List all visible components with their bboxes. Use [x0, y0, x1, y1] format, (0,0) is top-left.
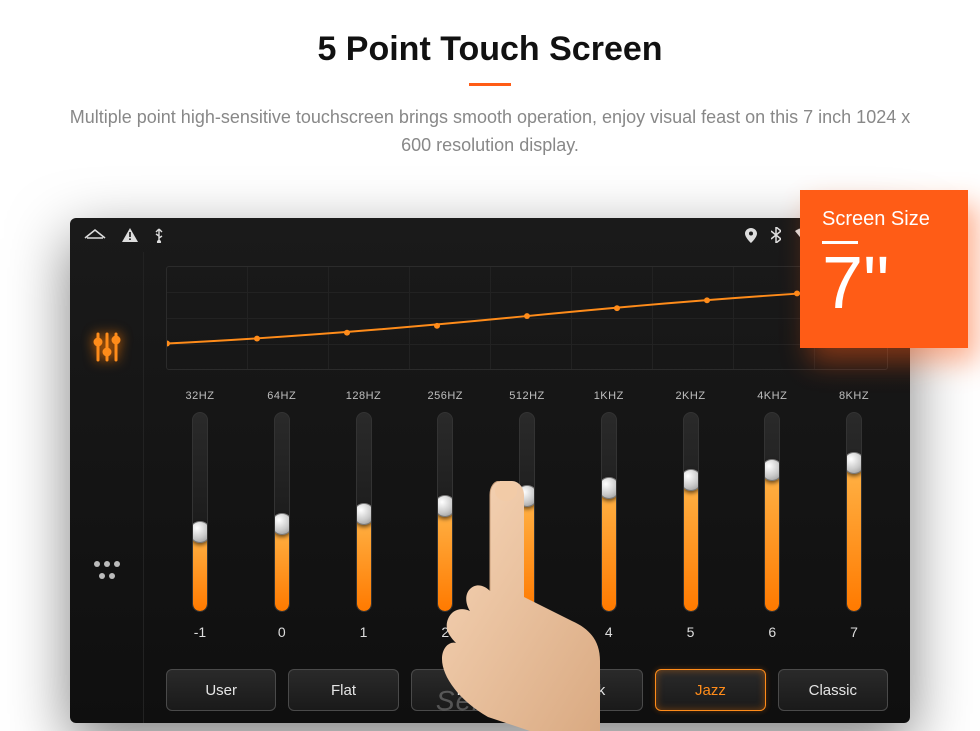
balance-icon[interactable]: [92, 559, 122, 586]
band-slider[interactable]: [274, 412, 290, 612]
preset-user[interactable]: User: [166, 669, 276, 711]
bluetooth-icon[interactable]: [771, 227, 781, 243]
band-freq-label: 256HZ: [427, 390, 463, 402]
band-freq-label: 32HZ: [186, 390, 215, 402]
band-value: 3: [523, 624, 531, 640]
status-bar: 19:25: [70, 218, 910, 252]
eq-band: 32HZ -1: [166, 390, 234, 655]
marketing-header: 5 Point Touch Screen Multiple point high…: [0, 0, 980, 160]
band-freq-label: 4KHZ: [757, 390, 787, 402]
preset-row: User Flat Po Rock Jazz Classic: [166, 669, 888, 711]
preset-po[interactable]: Po: [411, 669, 521, 711]
eq-band: 4KHZ 6: [738, 390, 806, 655]
band-value: 7: [850, 624, 858, 640]
eq-band: 128HZ 1: [330, 390, 398, 655]
warning-icon[interactable]: [122, 228, 138, 242]
band-freq-label: 64HZ: [267, 390, 296, 402]
badge-size-value: 7": [822, 246, 968, 320]
equalizer-icon[interactable]: [90, 330, 124, 369]
page-title: 5 Point Touch Screen: [0, 30, 980, 69]
eq-band: 2KHZ 5: [657, 390, 725, 655]
band-freq-label: 2KHZ: [675, 390, 705, 402]
band-slider[interactable]: [519, 412, 535, 612]
device-screen: 19:25: [70, 218, 910, 723]
eq-band: 64HZ 0: [248, 390, 316, 655]
preset-flat[interactable]: Flat: [288, 669, 398, 711]
home-icon[interactable]: [84, 228, 106, 242]
band-value: 1: [360, 624, 368, 640]
eq-band: 8KHZ 7: [820, 390, 888, 655]
band-value: 6: [768, 624, 776, 640]
badge-title: Screen Size: [822, 208, 968, 231]
band-value: -1: [194, 624, 206, 640]
eq-band: 512HZ 3: [493, 390, 561, 655]
band-slider[interactable]: [846, 412, 862, 612]
eq-band: 1KHZ 4: [575, 390, 643, 655]
band-slider[interactable]: [764, 412, 780, 612]
sidebar: [70, 252, 144, 723]
band-value: 4: [605, 624, 613, 640]
band-freq-label: 512HZ: [509, 390, 545, 402]
preset-rock[interactable]: Rock: [533, 669, 643, 711]
eq-band: 256HZ 2: [411, 390, 479, 655]
band-freq-label: 1KHZ: [594, 390, 624, 402]
band-slider[interactable]: [601, 412, 617, 612]
location-icon[interactable]: [745, 228, 757, 243]
preset-classic[interactable]: Classic: [778, 669, 888, 711]
band-value: 5: [687, 624, 695, 640]
response-curve: [166, 266, 888, 370]
band-value: 2: [441, 624, 449, 640]
title-divider: [469, 83, 511, 86]
page-subtitle: Multiple point high-sensitive touchscree…: [60, 104, 920, 160]
band-slider[interactable]: [437, 412, 453, 612]
eq-bands: 32HZ -1 64HZ 0 128HZ 1 256HZ 2 512HZ 3 1: [166, 390, 888, 655]
band-slider[interactable]: [356, 412, 372, 612]
band-freq-label: 128HZ: [346, 390, 382, 402]
screen-size-badge: Screen Size 7": [800, 190, 968, 348]
band-freq-label: 8KHZ: [839, 390, 869, 402]
band-value: 0: [278, 624, 286, 640]
usb-icon[interactable]: [154, 227, 164, 243]
band-slider[interactable]: [683, 412, 699, 612]
preset-jazz[interactable]: Jazz: [655, 669, 765, 711]
band-slider[interactable]: [192, 412, 208, 612]
